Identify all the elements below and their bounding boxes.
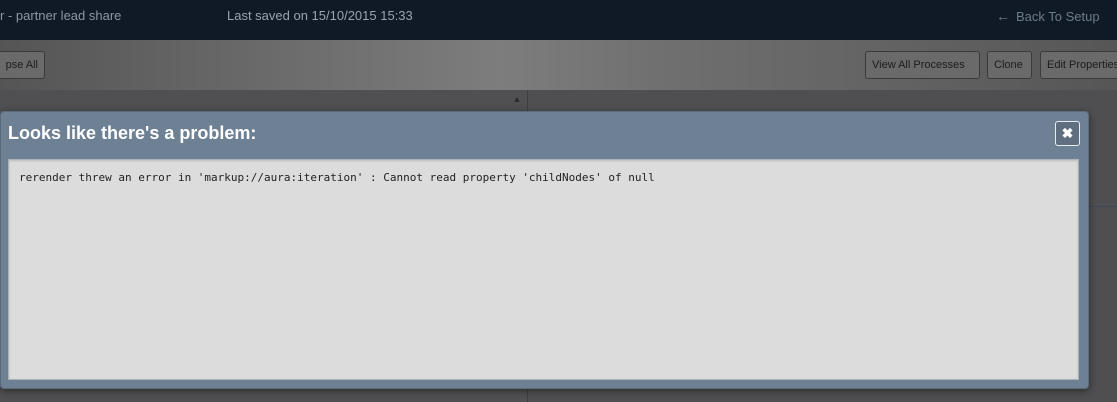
back-to-setup-label: Back To Setup <box>1016 9 1100 24</box>
view-all-processes-button[interactable]: View All Processes <box>865 51 980 79</box>
toolbar: pse All View All Processes Clone Edit Pr… <box>0 40 1117 90</box>
collapse-all-button[interactable]: pse All <box>0 51 45 79</box>
dialog-body: rerender threw an error in 'markup://aur… <box>8 159 1079 380</box>
process-builder-page: r - partner lead share Last saved on 15/… <box>0 0 1117 402</box>
edit-properties-button[interactable]: Edit Properties <box>1040 51 1117 79</box>
clone-button[interactable]: Clone <box>987 51 1032 79</box>
scroll-up-arrow-icon[interactable]: ▲ <box>511 94 523 106</box>
error-dialog: Looks like there's a problem: ✖ rerender… <box>0 111 1089 389</box>
process-name: r - partner lead share <box>0 8 122 23</box>
top-bar: r - partner lead share Last saved on 15/… <box>0 0 1117 40</box>
close-icon[interactable]: ✖ <box>1055 121 1080 146</box>
back-to-setup-link[interactable]: ← Back To Setup <box>996 8 1100 24</box>
error-message: rerender threw an error in 'markup://aur… <box>19 171 655 184</box>
arrow-left-icon: ← <box>996 8 1010 24</box>
last-saved-status: Last saved on 15/10/2015 15:33 <box>227 8 413 23</box>
dialog-title: Looks like there's a problem: <box>8 123 257 143</box>
